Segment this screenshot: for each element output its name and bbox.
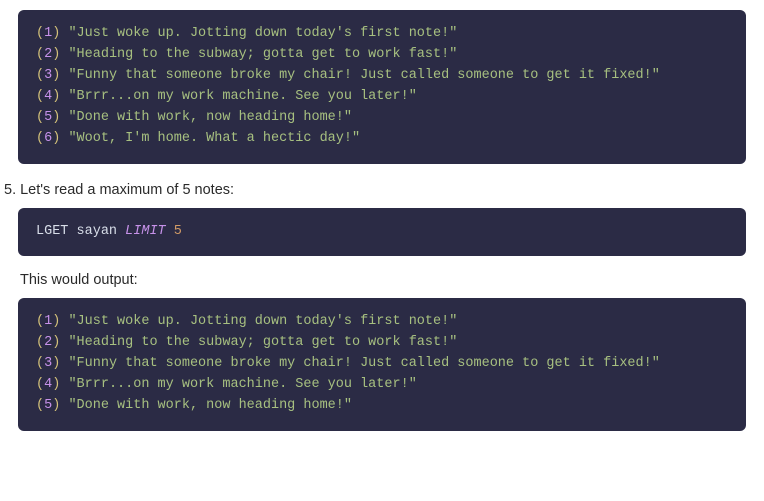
line-string: "Just woke up. Jotting down today's firs… bbox=[68, 26, 457, 41]
line-number: 5 bbox=[44, 398, 52, 413]
line-string: "Heading to the subway; gotta get to wor… bbox=[68, 335, 457, 350]
paren-open: ( bbox=[36, 110, 44, 125]
keyword-token: LIMIT bbox=[125, 224, 166, 239]
paren-close: ) bbox=[52, 47, 60, 62]
step-5-text: 5. Let's read a maximum of 5 notes: bbox=[4, 182, 764, 198]
output-block-1: (1) "Just woke up. Jotting down today's … bbox=[18, 10, 746, 164]
line-string: "Done with work, now heading home!" bbox=[68, 398, 352, 413]
line-number: 6 bbox=[44, 131, 52, 146]
line-number: 5 bbox=[44, 110, 52, 125]
paren-open: ( bbox=[36, 89, 44, 104]
literal-token: 5 bbox=[174, 224, 182, 239]
paren-open: ( bbox=[36, 26, 44, 41]
paren-open: ( bbox=[36, 335, 44, 350]
line-string: "Just woke up. Jotting down today's firs… bbox=[68, 314, 457, 329]
line-string: "Done with work, now heading home!" bbox=[68, 110, 352, 125]
paren-close: ) bbox=[52, 89, 60, 104]
command-block: LGET sayan LIMIT 5 bbox=[18, 208, 746, 257]
paren-close: ) bbox=[52, 314, 60, 329]
line-number: 3 bbox=[44, 356, 52, 371]
line-string: "Brrr...on my work machine. See you late… bbox=[68, 89, 416, 104]
line-number: 1 bbox=[44, 26, 52, 41]
paren-open: ( bbox=[36, 398, 44, 413]
paren-open: ( bbox=[36, 377, 44, 392]
paren-close: ) bbox=[52, 68, 60, 83]
line-number: 4 bbox=[44, 89, 52, 104]
line-number: 3 bbox=[44, 68, 52, 83]
output-block-2: (1) "Just woke up. Jotting down today's … bbox=[18, 298, 746, 431]
line-number: 4 bbox=[44, 377, 52, 392]
paren-close: ) bbox=[52, 356, 60, 371]
paren-close: ) bbox=[52, 398, 60, 413]
output-label: This would output: bbox=[20, 272, 764, 288]
paren-open: ( bbox=[36, 131, 44, 146]
paren-close: ) bbox=[52, 377, 60, 392]
line-number: 2 bbox=[44, 335, 52, 350]
paren-close: ) bbox=[52, 110, 60, 125]
paren-close: ) bbox=[52, 26, 60, 41]
paren-open: ( bbox=[36, 47, 44, 62]
line-string: "Funny that someone broke my chair! Just… bbox=[68, 68, 659, 83]
line-string: "Heading to the subway; gotta get to wor… bbox=[68, 47, 457, 62]
paren-open: ( bbox=[36, 68, 44, 83]
command-token: LGET bbox=[36, 224, 68, 239]
line-string: "Funny that someone broke my chair! Just… bbox=[68, 356, 659, 371]
paren-close: ) bbox=[52, 335, 60, 350]
identifier-token: sayan bbox=[77, 224, 118, 239]
paren-open: ( bbox=[36, 314, 44, 329]
line-number: 1 bbox=[44, 314, 52, 329]
line-string: "Brrr...on my work machine. See you late… bbox=[68, 377, 416, 392]
line-number: 2 bbox=[44, 47, 52, 62]
paren-open: ( bbox=[36, 356, 44, 371]
paren-close: ) bbox=[52, 131, 60, 146]
line-string: "Woot, I'm home. What a hectic day!" bbox=[68, 131, 360, 146]
